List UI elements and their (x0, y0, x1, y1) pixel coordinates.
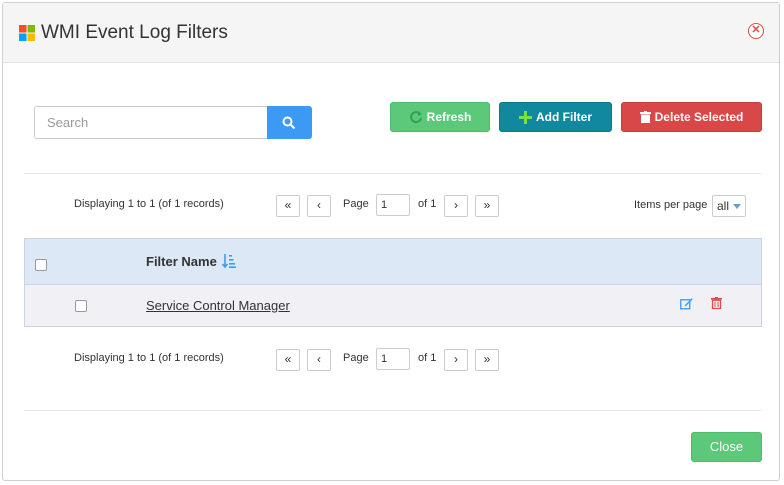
page-of-top: of 1 (418, 198, 437, 210)
display-count-bottom: Displaying 1 to 1 (of 1 records) (74, 352, 224, 364)
first-page-button-bottom[interactable]: « (276, 349, 300, 371)
page-number-input-bottom[interactable] (376, 348, 410, 370)
close-button[interactable]: Close (691, 432, 762, 462)
last-page-button-bottom[interactable]: » (475, 349, 499, 371)
prev-page-button-bottom[interactable]: ‹ (307, 349, 331, 371)
plus-icon (519, 110, 532, 124)
page-label-bottom: Page (343, 352, 369, 364)
display-count-top: Displaying 1 to 1 (of 1 records) (74, 198, 224, 210)
windows-logo-icon (19, 25, 35, 41)
delete-selected-button[interactable]: Delete Selected (621, 102, 762, 132)
page-of-bottom: of 1 (418, 352, 437, 364)
page-number-input-top[interactable] (376, 194, 410, 216)
search-icon (282, 116, 296, 130)
last-page-button[interactable]: » (475, 195, 499, 217)
first-page-button[interactable]: « (276, 195, 300, 217)
chevron-down-icon (733, 204, 741, 209)
table-row: Service Control Manager (25, 285, 761, 326)
select-all-checkbox[interactable] (35, 259, 47, 271)
prev-page-button[interactable]: ‹ (307, 195, 331, 217)
filters-table: Filter Name Service Control Manager (24, 238, 762, 327)
refresh-label: Refresh (426, 110, 472, 124)
dialog-header: WMI Event Log Filters ✕ (3, 3, 779, 63)
add-filter-label: Add Filter (536, 110, 592, 124)
search-input[interactable] (34, 106, 267, 139)
trash-icon (639, 111, 651, 123)
delete-selected-label: Delete Selected (654, 110, 744, 124)
filter-name-link[interactable]: Service Control Manager (146, 298, 290, 313)
row-checkbox[interactable] (75, 300, 87, 312)
table-header-row: Filter Name (25, 239, 761, 285)
divider (24, 173, 761, 174)
sort-ascending-icon[interactable] (222, 253, 236, 269)
footer-divider (24, 410, 761, 411)
next-page-button[interactable]: › (444, 195, 468, 217)
close-icon[interactable]: ✕ (748, 23, 764, 39)
dialog: WMI Event Log Filters ✕ Refresh Add Filt… (2, 2, 780, 481)
next-page-button-bottom[interactable]: › (444, 349, 468, 371)
items-per-page-label: Items per page (634, 199, 708, 211)
page-label-top: Page (343, 198, 369, 210)
dialog-title: WMI Event Log Filters (41, 22, 228, 43)
trash-icon[interactable] (711, 297, 722, 309)
search-button[interactable] (267, 106, 312, 139)
items-per-page-select[interactable]: all (712, 195, 746, 217)
refresh-button[interactable]: Refresh (390, 102, 490, 132)
refresh-icon (409, 111, 422, 124)
edit-icon[interactable] (680, 297, 693, 310)
items-per-page-value: all (717, 199, 730, 213)
add-filter-button[interactable]: Add Filter (499, 102, 612, 132)
column-header-filter-name[interactable]: Filter Name (146, 254, 217, 269)
